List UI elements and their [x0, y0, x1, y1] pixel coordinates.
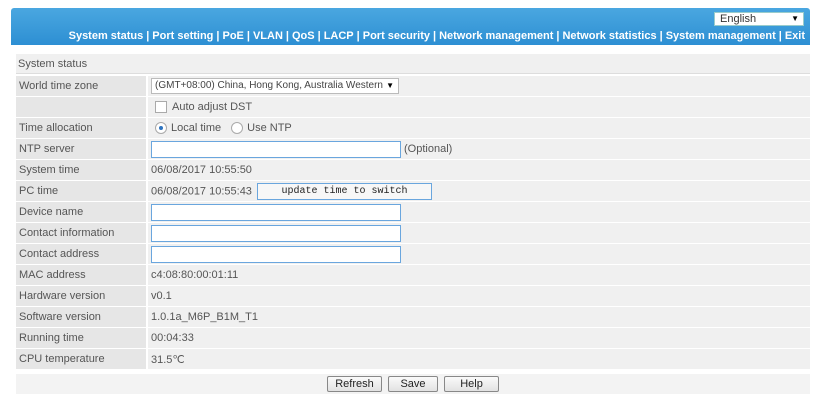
nav-system-management[interactable]: System management — [666, 30, 776, 42]
use-ntp-label: Use NTP — [247, 122, 292, 135]
section-title: System status — [16, 54, 810, 74]
row-world-time-zone: World time zone (GMT+08:00) China, Hong … — [16, 76, 810, 97]
nav-port-security[interactable]: Port security — [363, 30, 430, 42]
row-running-time: Running time 00:04:33 — [16, 327, 810, 349]
row-mac-address: MAC address c4:08:80:00:01:11 — [16, 264, 810, 286]
chevron-down-icon: ▼ — [791, 14, 799, 23]
language-value: English — [720, 13, 757, 25]
label-device-name: Device name — [16, 201, 148, 223]
row-contact-information: Contact information — [16, 222, 810, 244]
help-button[interactable]: Help — [444, 376, 499, 392]
contact-information-input[interactable] — [151, 224, 401, 242]
local-time-radio[interactable] — [155, 122, 167, 135]
row-time-allocation: Time allocation Local time Use NTP — [16, 117, 810, 139]
action-bar: Refresh Save Help — [16, 374, 810, 394]
label-contact-address: Contact address — [16, 243, 148, 265]
cpu-temperature-value: 31.5℃ — [147, 348, 810, 370]
row-contact-address: Contact address — [16, 243, 810, 265]
label-software-version: Software version — [16, 306, 148, 328]
nav-vlan[interactable]: VLAN — [253, 30, 283, 42]
row-device-name: Device name — [16, 201, 810, 223]
nav-network-statistics[interactable]: Network statistics — [562, 30, 656, 42]
software-version-value: 1.0.1a_M6P_B1M_T1 — [147, 306, 810, 328]
label-world-time-zone: World time zone — [16, 76, 148, 97]
label-auto-dst — [16, 96, 148, 118]
contact-address-input[interactable] — [151, 245, 401, 263]
hardware-version-value: v0.1 — [147, 285, 810, 307]
label-contact-information: Contact information — [16, 222, 148, 244]
ntp-server-input[interactable] — [151, 140, 401, 158]
row-hardware-version: Hardware version v0.1 — [16, 285, 810, 307]
use-ntp-radio[interactable] — [231, 122, 244, 135]
section-title-text: System status — [18, 58, 88, 70]
row-ntp-server: NTP server (Optional) — [16, 138, 810, 160]
nav-poe[interactable]: PoE — [222, 30, 243, 42]
auto-dst-label: Auto adjust DST — [172, 101, 253, 114]
main-nav: System status | Port setting | PoE | VLAN | QoS |… — [68, 30, 805, 42]
top-banner: English ▼ System status | Port setting | PoE… — [11, 8, 810, 45]
time-zone-select[interactable]: (GMT+08:00) China, Hong Kong, Australia … — [151, 78, 399, 94]
label-mac-address: MAC address — [16, 264, 148, 286]
language-select[interactable]: English ▼ — [714, 12, 804, 26]
chevron-down-icon: ▼ — [386, 81, 394, 90]
auto-dst-checkbox[interactable] — [155, 101, 167, 114]
ntp-optional-hint: (Optional) — [404, 143, 453, 155]
nav-port-setting[interactable]: Port setting — [152, 30, 213, 42]
label-pc-time: PC time — [16, 180, 148, 202]
label-running-time: Running time — [16, 327, 148, 349]
time-zone-value: (GMT+08:00) China, Hong Kong, Australia … — [155, 80, 383, 91]
local-time-label: Local time — [171, 122, 222, 135]
mac-address-value: c4:08:80:00:01:11 — [147, 264, 810, 286]
update-time-button[interactable]: update time to switch — [257, 182, 432, 200]
running-time-value: 00:04:33 — [147, 327, 810, 349]
system-time-value: 06/08/2017 10:55:50 — [147, 159, 810, 181]
row-software-version: Software version 1.0.1a_M6P_B1M_T1 — [16, 306, 810, 328]
nav-system-status[interactable]: System status — [69, 30, 144, 42]
device-name-input[interactable] — [151, 203, 401, 221]
row-system-time: System time 06/08/2017 10:55:50 — [16, 159, 810, 181]
pc-time-value: 06/08/2017 10:55:43 — [151, 185, 252, 197]
nav-exit[interactable]: Exit — [785, 30, 805, 42]
nav-qos[interactable]: QoS — [292, 30, 315, 42]
label-hardware-version: Hardware version — [16, 285, 148, 307]
refresh-button[interactable]: Refresh — [327, 376, 382, 392]
nav-lacp[interactable]: LACP — [324, 30, 354, 42]
row-pc-time: PC time 06/08/2017 10:55:43 update time … — [16, 180, 810, 202]
settings-table: World time zone (GMT+08:00) China, Hong … — [16, 76, 810, 370]
label-system-time: System time — [16, 159, 148, 181]
label-time-allocation: Time allocation — [16, 117, 148, 139]
row-cpu-temperature: CPU temperature 31.5℃ — [16, 348, 810, 370]
nav-network-management[interactable]: Network management — [439, 30, 553, 42]
label-ntp-server: NTP server — [16, 138, 148, 160]
save-button[interactable]: Save — [388, 376, 438, 392]
label-cpu-temperature: CPU temperature — [16, 348, 148, 370]
row-auto-dst: Auto adjust DST — [16, 96, 810, 118]
